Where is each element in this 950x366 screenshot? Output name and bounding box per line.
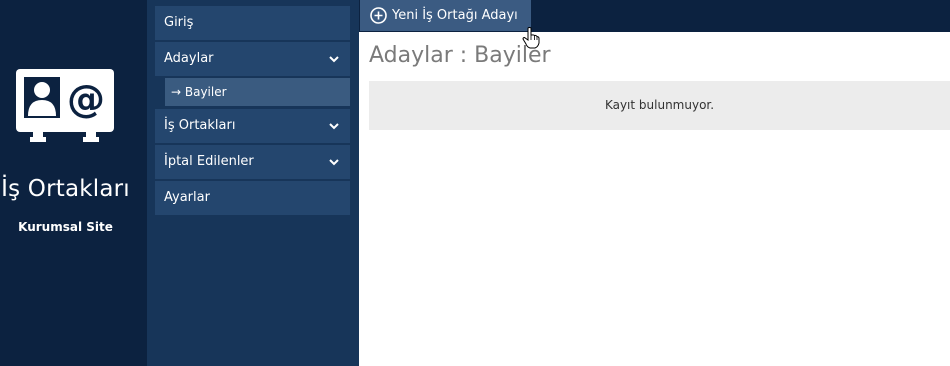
add-partner-candidate-button[interactable]: Yeni İş Ortağı Adayı Ekle <box>360 0 531 54</box>
brand-subtitle: Kurumsal Site <box>18 220 113 234</box>
sidebar-item-label: Giriş <box>164 15 194 30</box>
chevron-down-icon <box>329 159 339 166</box>
sidebar-item-iptal-edilenler[interactable]: İptal Edilenler <box>155 145 350 179</box>
sidebar-item-is-ortaklari[interactable]: İş Ortakları <box>155 109 350 143</box>
sidebar-subitem-bayiler[interactable]: → Bayiler <box>165 78 350 106</box>
sidebar-item-label: → Bayiler <box>171 85 227 99</box>
sidebar-nav: Giriş Adaylar → Bayiler İş Ortakları İpt… <box>147 0 359 366</box>
page-title: Adaylar : Bayiler <box>369 43 551 68</box>
sidebar-item-label: İptal Edilenler <box>164 154 254 169</box>
top-bar: Yeni İş Ortağı Adayı Ekle <box>359 0 950 54</box>
empty-state-message: Kayıt bulunmuyor. <box>369 81 950 130</box>
plus-circle-icon <box>370 7 387 24</box>
chevron-down-icon <box>329 123 339 130</box>
sidebar-item-label: İş Ortakları <box>164 118 236 133</box>
contact-card-icon: @ <box>16 69 114 142</box>
sidebar-item-label: Ayarlar <box>164 190 210 205</box>
sidebar-item-ayarlar[interactable]: Ayarlar <box>155 181 350 215</box>
chevron-down-icon <box>329 56 339 63</box>
svg-text:@: @ <box>67 77 105 121</box>
brand-panel: @ İş Ortakları Kurumsal Site <box>0 0 147 366</box>
sidebar-item-label: Adaylar <box>164 51 214 66</box>
sidebar-item-adaylar[interactable]: Adaylar <box>155 42 350 76</box>
brand-title: İş Ortakları <box>1 176 130 202</box>
sidebar-item-giris[interactable]: Giriş <box>155 6 350 40</box>
